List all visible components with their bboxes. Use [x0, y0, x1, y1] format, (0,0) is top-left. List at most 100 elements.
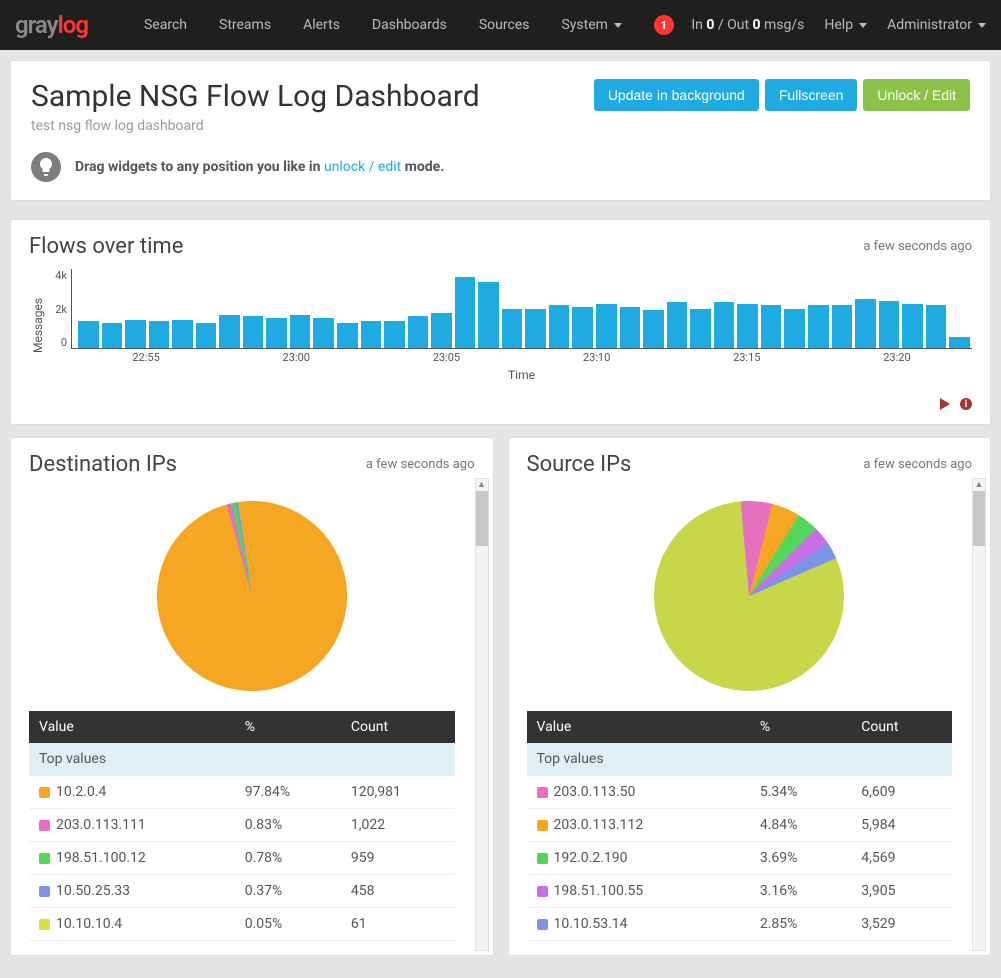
- bar: [949, 337, 970, 348]
- nav-alerts[interactable]: Alerts: [287, 0, 356, 50]
- dest-table: Value % Count Top values10.2.0.497.84%12…: [29, 711, 455, 941]
- cell-count: 5,984: [851, 809, 952, 842]
- logo-gray: gray: [15, 11, 58, 39]
- cell-count: 959: [341, 842, 455, 875]
- widget-title: Flows over time: [29, 234, 183, 259]
- cell-count: 4,569: [851, 842, 952, 875]
- widget-title: Destination IPs: [29, 452, 177, 477]
- y-tick: 0: [45, 336, 67, 349]
- bar: [596, 304, 617, 348]
- bar: [243, 316, 264, 348]
- bar-chart: Messages 4k 2k 0 22:5523:0023:0523:1023:…: [29, 269, 972, 382]
- table-row: 10.50.25.330.37%458: [29, 875, 455, 908]
- bar: [549, 305, 570, 348]
- cell-pct: 0.37%: [235, 875, 341, 908]
- color-swatch: [537, 820, 548, 831]
- table-row: 192.0.2.1903.69%4,569: [527, 842, 953, 875]
- bar: [926, 305, 947, 348]
- scrollbar[interactable]: ▲: [475, 478, 489, 951]
- x-ticks: 22:5523:0023:0523:1023:1523:20: [71, 349, 972, 364]
- bar: [902, 304, 923, 348]
- x-tick: 23:20: [822, 351, 972, 364]
- th-value[interactable]: Value: [29, 711, 235, 743]
- x-tick: 23:00: [221, 351, 371, 364]
- nav-right: In 0 / Out 0 msg/s Help Administrator: [691, 0, 986, 50]
- nav-notifications[interactable]: 1: [638, 0, 690, 50]
- x-tick: 23:05: [371, 351, 521, 364]
- table-row: 198.51.100.120.78%959: [29, 842, 455, 875]
- nav-admin[interactable]: Administrator: [887, 0, 986, 50]
- cell-pct: 0.83%: [235, 809, 341, 842]
- nav-help-label: Help: [824, 17, 853, 33]
- unlock-edit-link[interactable]: unlock / edit: [324, 159, 401, 175]
- table-row: 203.0.113.1110.83%1,022: [29, 809, 455, 842]
- bars-container: [71, 269, 972, 349]
- scrollbar[interactable]: ▲: [972, 478, 986, 951]
- widget-timestamp: a few seconds ago: [863, 239, 972, 254]
- cell-pct: 97.84%: [235, 776, 341, 809]
- bar: [266, 318, 287, 348]
- info-icon[interactable]: i: [960, 398, 972, 410]
- th-count[interactable]: Count: [341, 711, 455, 743]
- color-swatch: [39, 853, 50, 864]
- nav-search[interactable]: Search: [128, 0, 203, 50]
- table-row: 10.10.10.40.05%61: [29, 908, 455, 941]
- cell-value: 10.50.25.33: [29, 875, 235, 908]
- logo[interactable]: graylog: [15, 11, 88, 39]
- color-swatch: [39, 919, 50, 930]
- table-row: 10.2.0.497.84%120,981: [29, 776, 455, 809]
- nav-help[interactable]: Help: [824, 0, 867, 50]
- bar: [313, 318, 334, 348]
- flows-over-time-widget: Flows over time a few seconds ago Messag…: [10, 219, 991, 425]
- unlock-edit-button[interactable]: Unlock / Edit: [863, 79, 970, 111]
- th-value[interactable]: Value: [527, 711, 750, 743]
- cell-pct: 5.34%: [750, 776, 851, 809]
- bar: [290, 315, 311, 348]
- bar: [149, 321, 170, 348]
- cell-count: 61: [341, 908, 455, 941]
- cell-value: 203.0.113.112: [527, 809, 750, 842]
- nav-system[interactable]: System: [545, 0, 637, 50]
- source-ips-widget: Source IPs a few seconds ago ▲ Value % C…: [508, 437, 992, 956]
- caret-icon: [978, 23, 986, 28]
- th-pct[interactable]: %: [235, 711, 341, 743]
- bar: [832, 305, 853, 348]
- bar: [361, 321, 382, 348]
- inout-out: 0: [753, 17, 761, 33]
- page-subtitle: test nsg flow log dashboard: [31, 118, 480, 134]
- bar: [196, 323, 217, 348]
- cell-value: 198.51.100.55: [527, 875, 750, 908]
- inout-suf: msg/s: [761, 17, 805, 33]
- cell-value: 203.0.113.111: [29, 809, 235, 842]
- bar: [125, 320, 146, 348]
- cell-value: 10.10.10.4: [29, 908, 235, 941]
- th-pct[interactable]: %: [750, 711, 851, 743]
- fullscreen-button[interactable]: Fullscreen: [765, 79, 858, 111]
- widget-timestamp: a few seconds ago: [863, 457, 972, 472]
- caret-icon: [859, 23, 867, 28]
- table-row: 203.0.113.1124.84%5,984: [527, 809, 953, 842]
- th-count[interactable]: Count: [851, 711, 952, 743]
- src-table: Value % Count Top values203.0.113.505.34…: [527, 711, 953, 941]
- update-background-button[interactable]: Update in background: [594, 79, 759, 111]
- play-icon[interactable]: [940, 398, 950, 410]
- bar: [78, 321, 99, 348]
- bar: [784, 309, 805, 349]
- cell-value: 203.0.113.50: [527, 776, 750, 809]
- bar: [667, 302, 688, 348]
- cell-pct: 0.78%: [235, 842, 341, 875]
- nav-dashboards[interactable]: Dashboards: [356, 0, 463, 50]
- bar: [572, 307, 593, 348]
- bar: [219, 315, 240, 348]
- nav-sources[interactable]: Sources: [463, 0, 546, 50]
- top-values-row: Top values: [527, 743, 953, 776]
- nav-streams[interactable]: Streams: [203, 0, 287, 50]
- hint-post: mode.: [401, 159, 444, 175]
- bar: [384, 321, 405, 348]
- y-ticks: 4k 2k 0: [45, 269, 71, 349]
- bar: [690, 309, 711, 349]
- cell-count: 120,981: [341, 776, 455, 809]
- bar: [502, 309, 523, 349]
- x-tick: 22:55: [71, 351, 221, 364]
- cell-count: 3,529: [851, 908, 952, 941]
